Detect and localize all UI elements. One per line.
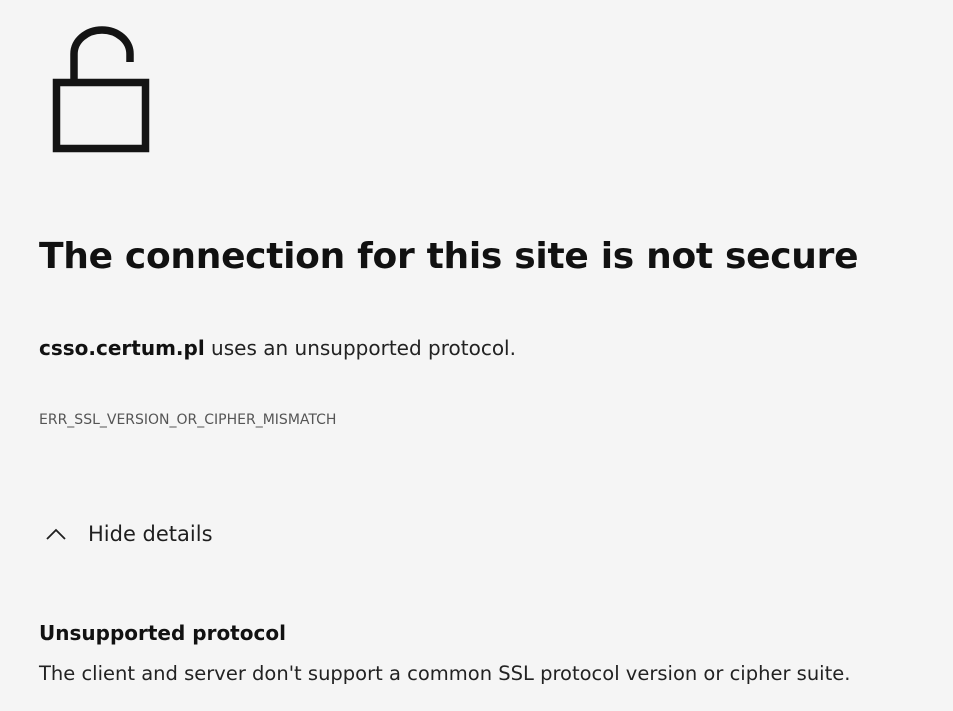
error-description: csso.certum.pl uses an unsupported proto… <box>39 336 516 360</box>
error-code: ERR_SSL_VERSION_OR_CIPHER_MISMATCH <box>39 412 337 428</box>
error-page: The connection for this site is not secu… <box>0 0 953 711</box>
error-description-text: uses an unsupported protocol. <box>204 336 516 360</box>
site-host: csso.certum.pl <box>39 336 205 360</box>
chevron-up-icon <box>46 528 66 540</box>
hide-details-label: Hide details <box>88 522 213 546</box>
details-heading: Unsupported protocol <box>39 621 286 645</box>
details-body: The client and server don't support a co… <box>39 662 851 685</box>
hide-details-button[interactable]: Hide details <box>44 518 213 550</box>
page-title: The connection for this site is not secu… <box>39 236 859 277</box>
unlocked-padlock-icon <box>52 26 152 154</box>
